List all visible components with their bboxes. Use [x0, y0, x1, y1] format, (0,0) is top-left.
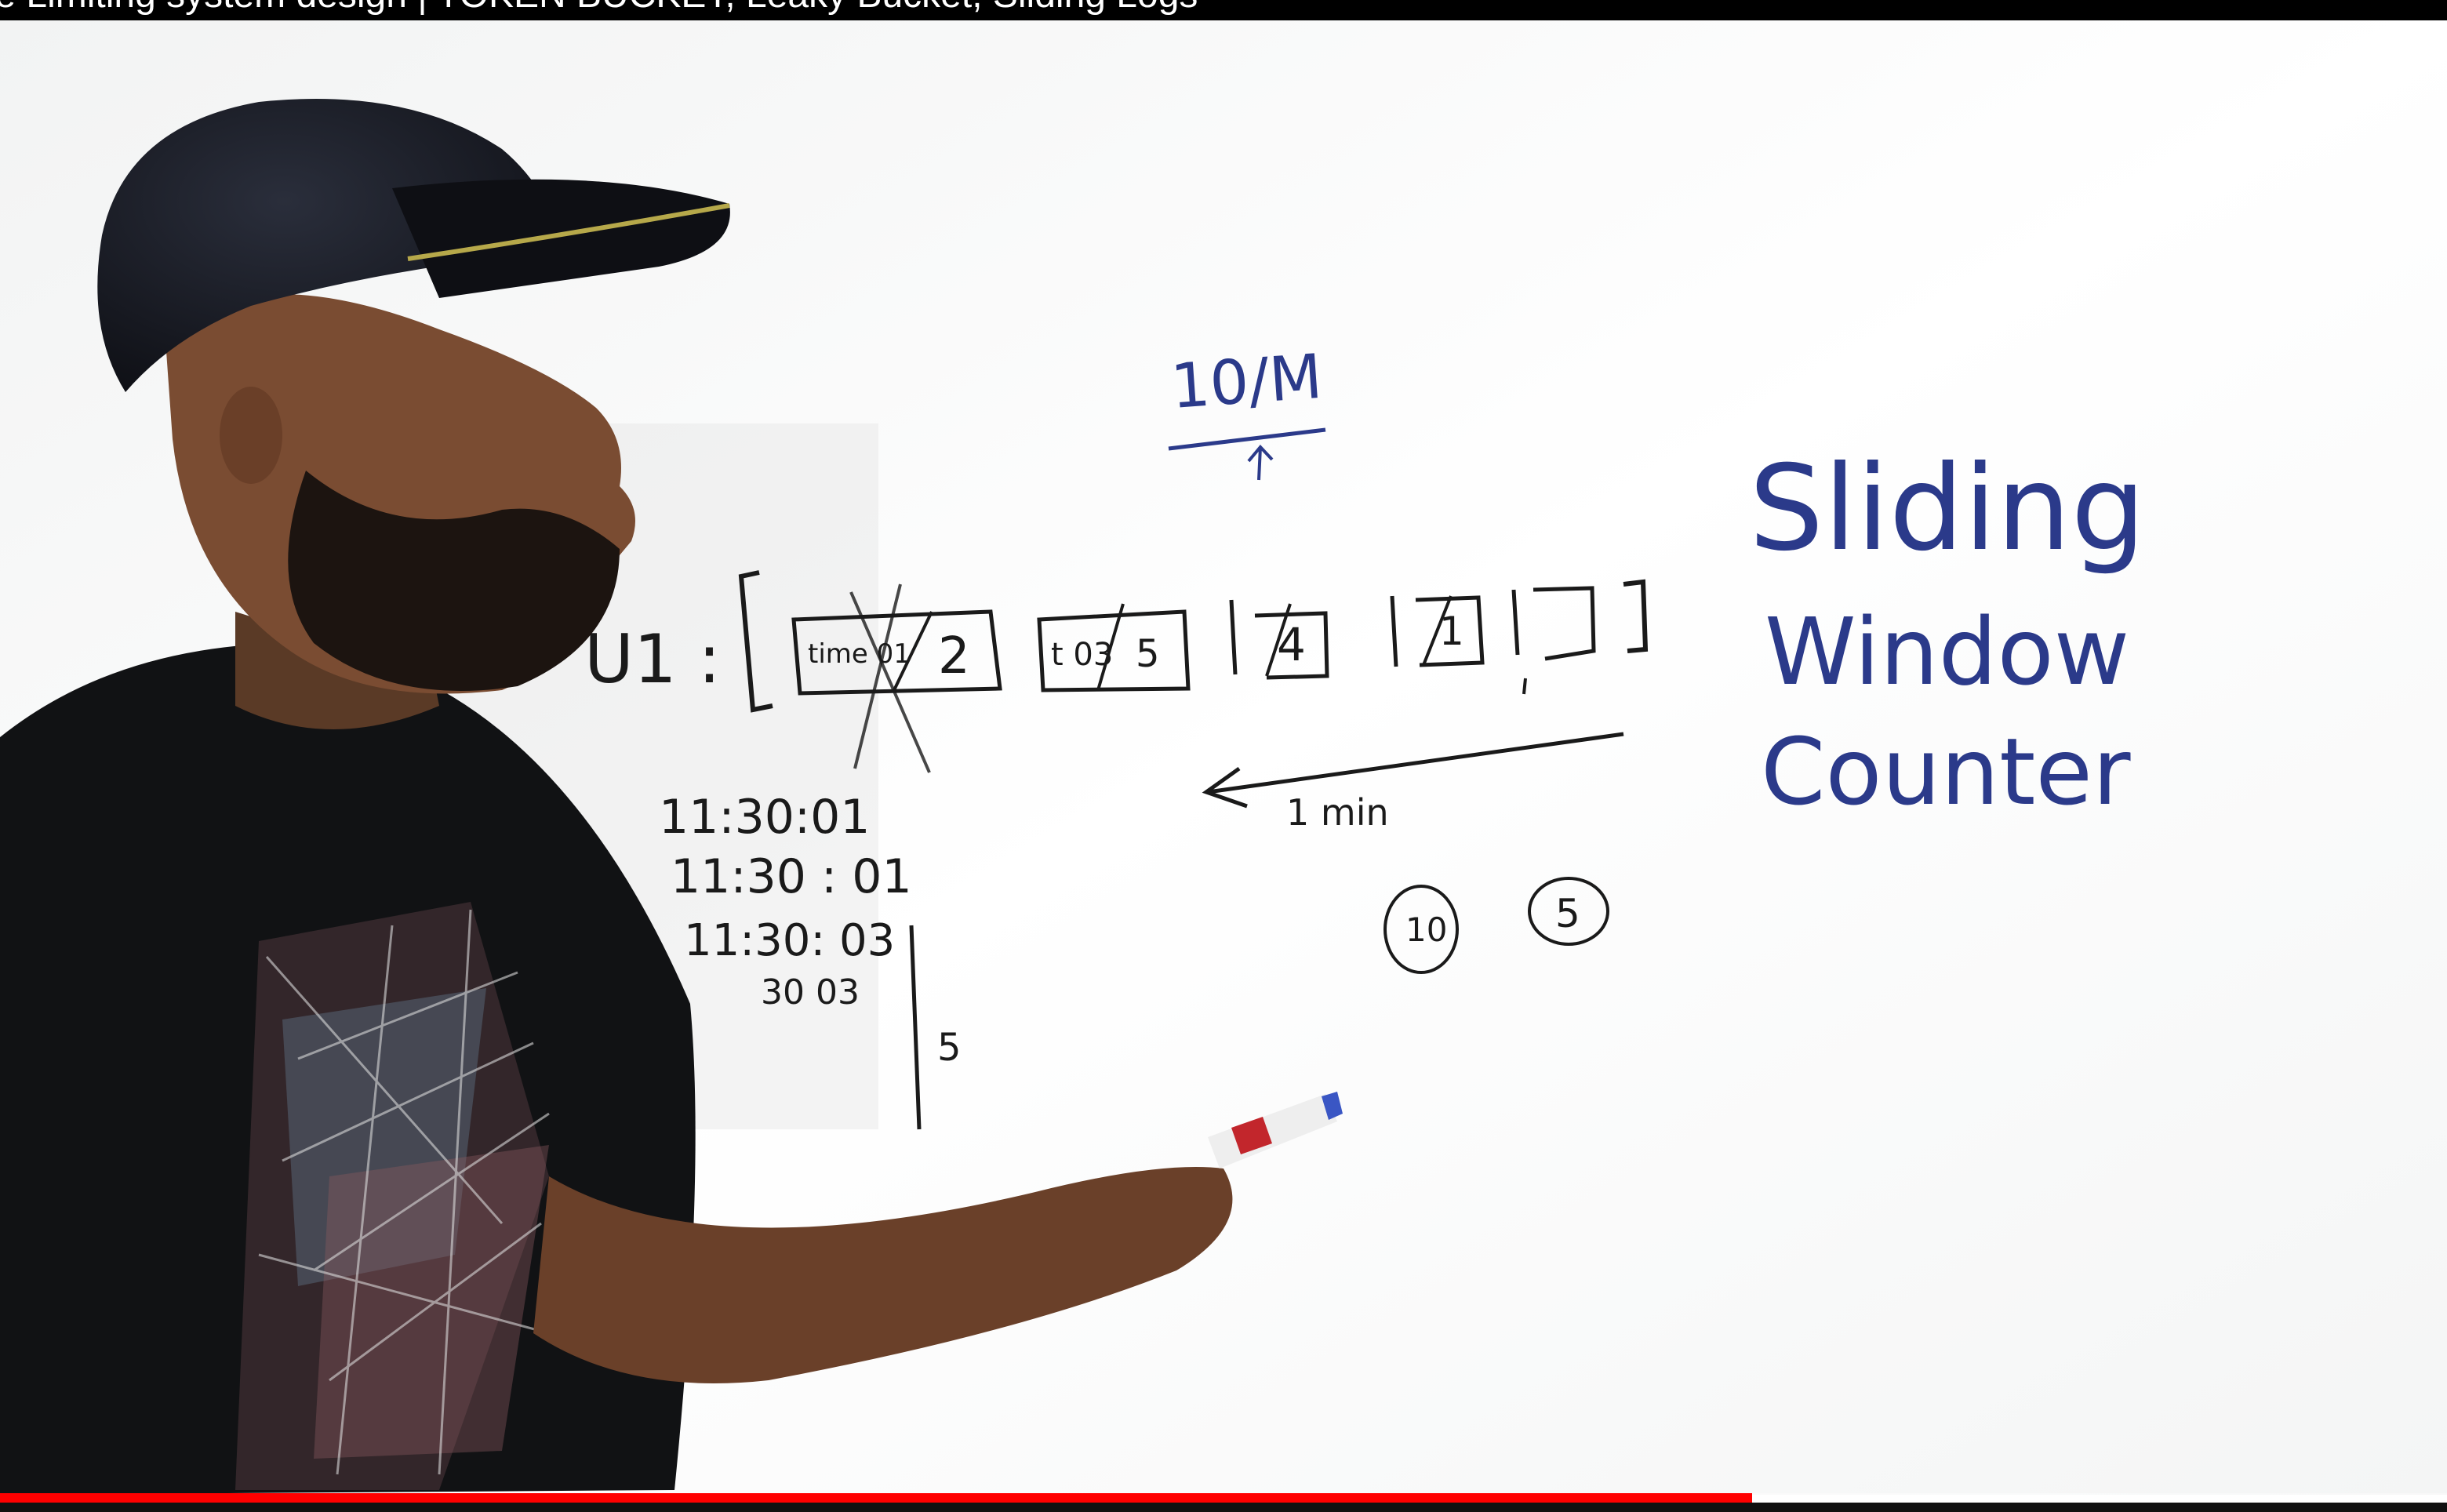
- video-title: te Limiting system design | TOKEN BUCKET…: [0, 0, 1198, 16]
- video-progress-bar[interactable]: [0, 1493, 2447, 1503]
- video-progress-played: [0, 1493, 1752, 1503]
- whiteboard: 10/M U1 : time 01 2 t 03 5 4 1 1 min 10 …: [0, 20, 2447, 1495]
- window-duration: 1 min: [1286, 791, 1389, 834]
- timestamp-3: 11:30: 03: [684, 915, 895, 966]
- timestamp-1: 11:30:01: [659, 790, 870, 845]
- video-controls-strip: [0, 1503, 2447, 1512]
- timestamp-total: 5: [937, 1026, 962, 1070]
- algorithm-heading: Sliding Window Counter: [1749, 441, 2146, 826]
- circle-value-b: 5: [1555, 891, 1580, 936]
- heading-line-3: Counter: [1761, 718, 2131, 826]
- box1-count: 2: [938, 627, 970, 685]
- timestamp-2: 11:30 : 01: [671, 849, 912, 904]
- heading-line-2: Window: [1765, 598, 2129, 706]
- circle-value-a: 10: [1405, 910, 1447, 949]
- box1-time: time 01: [808, 638, 911, 670]
- rate-text: 10/M: [1169, 342, 1325, 423]
- timestamp-4: 30 03: [761, 972, 860, 1012]
- video-title-bar: te Limiting system design | TOKEN BUCKET…: [0, 0, 2447, 20]
- video-frame: te Limiting system design | TOKEN BUCKET…: [0, 0, 2447, 1512]
- box3-count: 4: [1277, 618, 1306, 671]
- heading-line-1: Sliding: [1749, 441, 2146, 577]
- array-user-label: U1 :: [584, 620, 721, 699]
- box2-count: 5: [1136, 632, 1160, 676]
